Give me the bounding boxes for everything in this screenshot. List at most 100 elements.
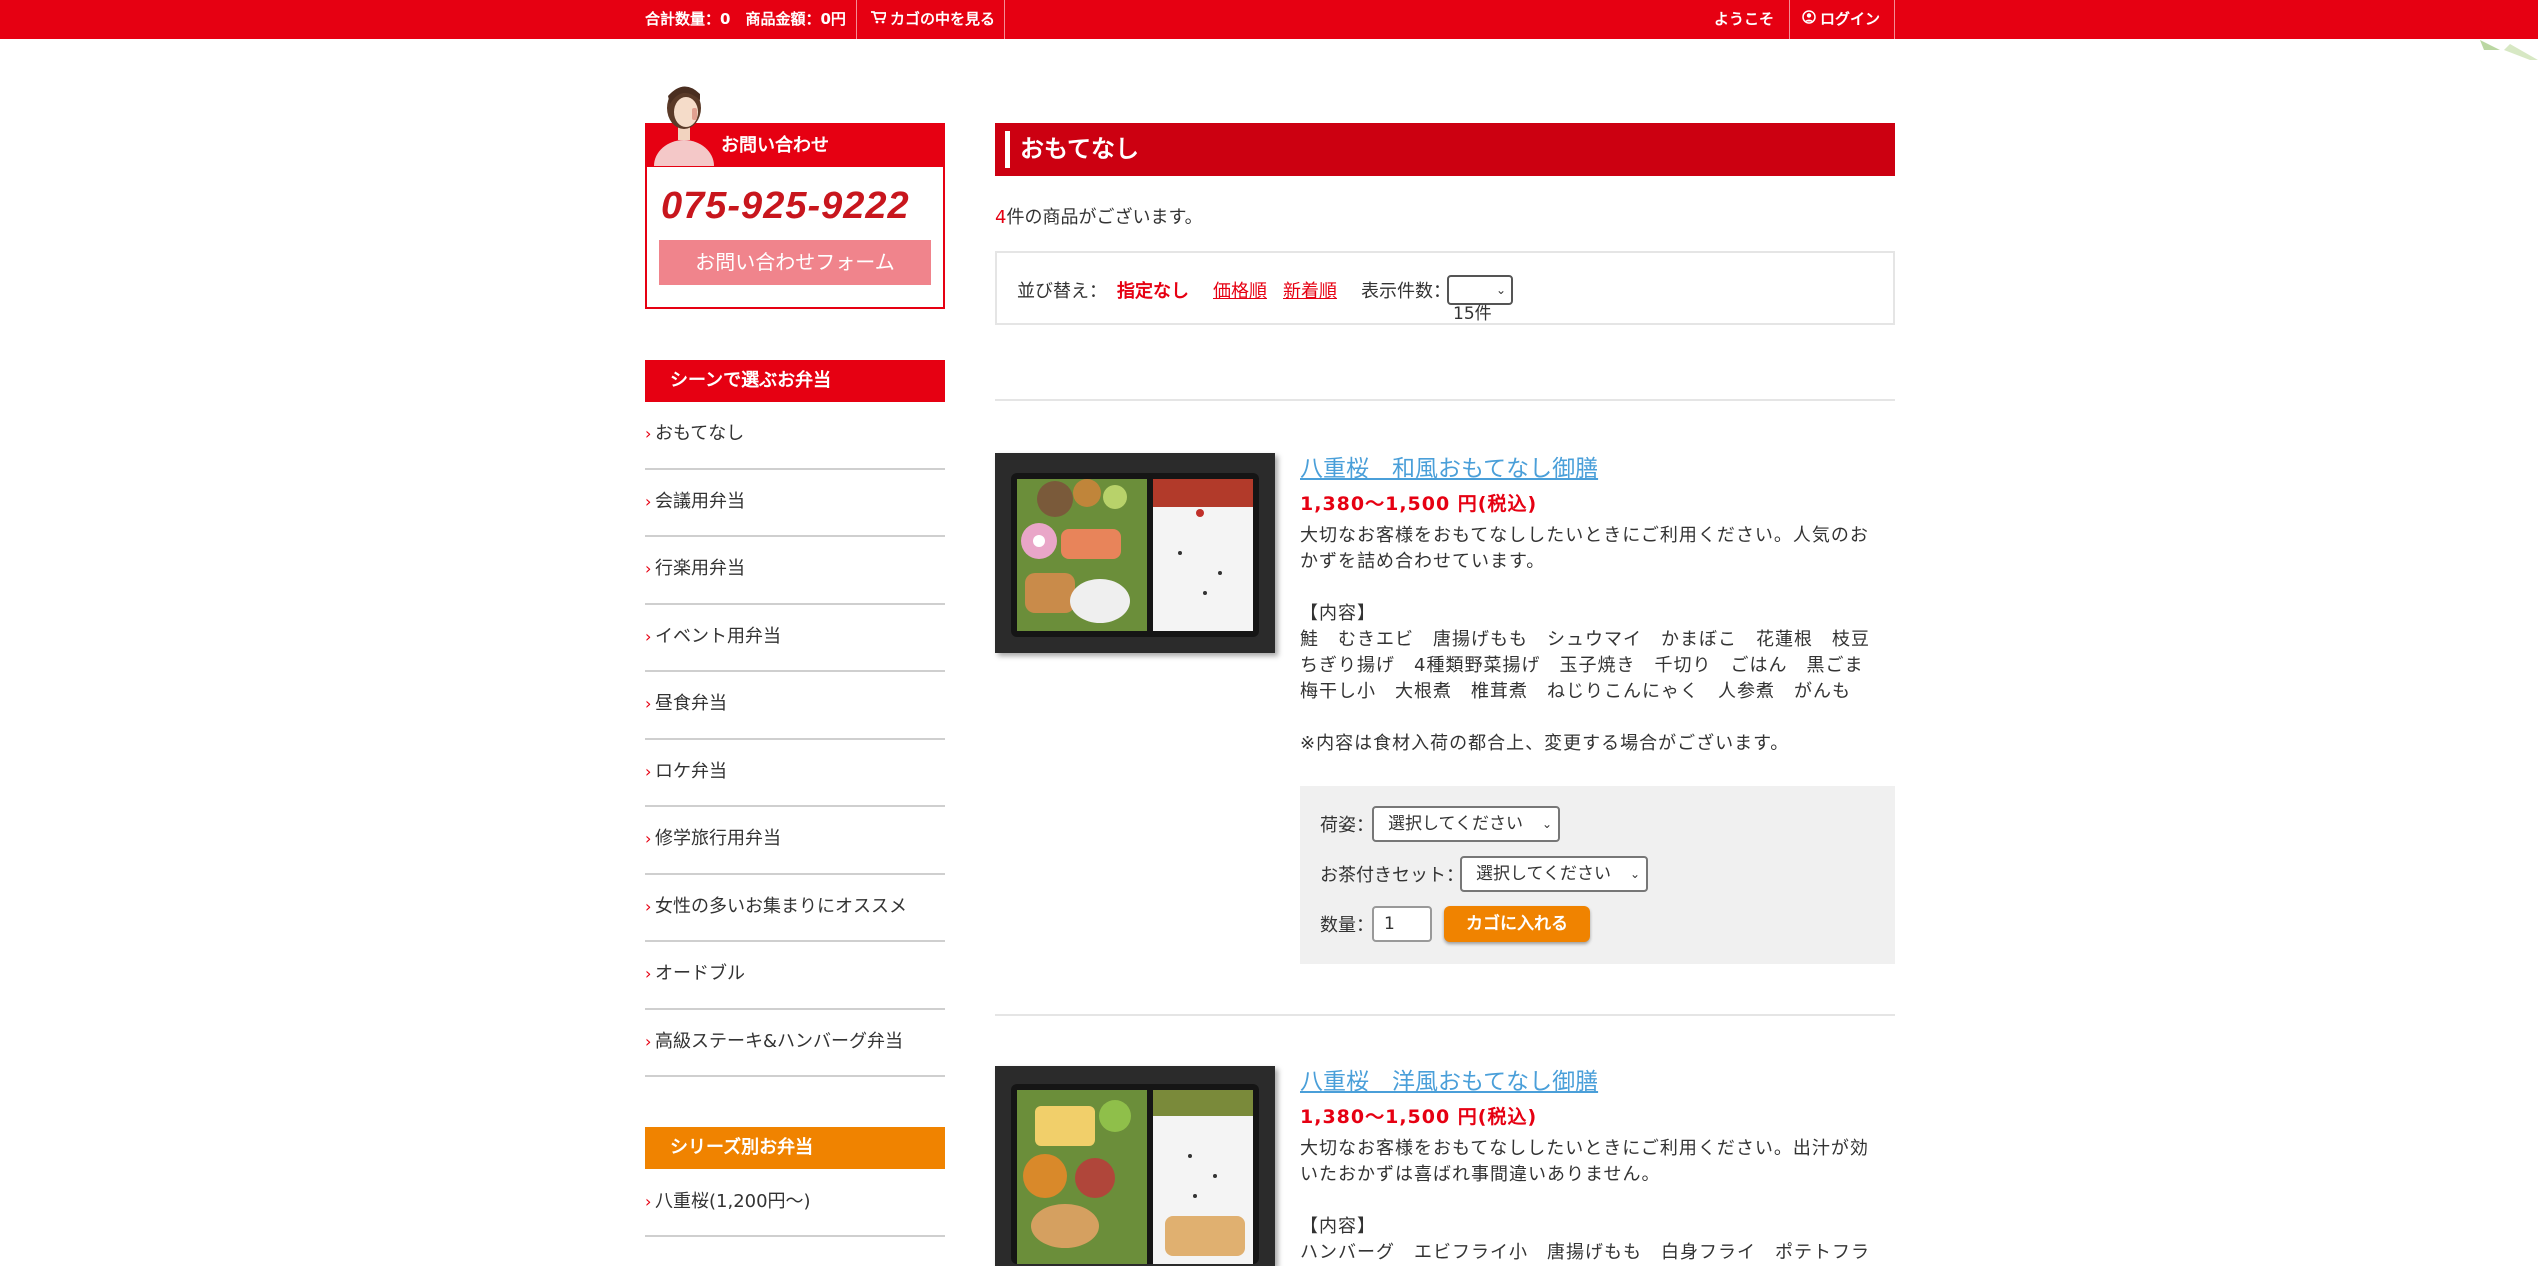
scene-item[interactable]: › オードブル xyxy=(645,942,945,1010)
quantity-input[interactable]: 1 xyxy=(1372,906,1432,942)
contents-label: 【内容】 xyxy=(1300,603,1376,624)
description-line: いたおかずは喜ばれ事間違いありません。 xyxy=(1300,1164,1661,1185)
sort-by-newest-link[interactable]: 新着順 xyxy=(1283,277,1337,303)
login-link[interactable]: ログイン xyxy=(1802,0,1880,39)
view-cart-link[interactable]: カゴの中を見る xyxy=(871,0,995,39)
description-line: 大切なお客様をおもてなししたいときにご利用ください。出汁が効 xyxy=(1300,1138,1869,1159)
user-icon xyxy=(1802,1,1816,40)
scene-item-label: 昼食弁当 xyxy=(655,693,727,714)
quantity-label: 数量： xyxy=(1320,915,1374,936)
per-page-label: 表示件数： xyxy=(1361,281,1451,302)
packaging-select-value: 選択してください xyxy=(1388,814,1523,834)
chevron-down-icon: ⌄ xyxy=(1541,817,1552,831)
result-count-number: 4 xyxy=(995,207,1007,228)
scene-item-label: 修学旅行用弁当 xyxy=(655,828,781,849)
scene-category-list: › おもてなし › 会議用弁当 › 行楽用弁当 › イベント用弁当 › 昼食弁当 › ロケ弁… xyxy=(645,402,945,1077)
view-cart-label: カゴの中を見る xyxy=(890,10,996,28)
tea-set-label: お茶付きセット： xyxy=(1320,865,1464,886)
corner-decoration xyxy=(2480,40,2538,60)
product-price: 1,380〜1,500 円(税込) xyxy=(1300,1106,1538,1128)
sort-by-price-link[interactable]: 価格順 xyxy=(1213,277,1267,303)
sort-current: 指定なし xyxy=(1117,281,1189,302)
top-bar: 合計数量：0 商品金額：0円 カゴの中を見る ようこそ ログイン xyxy=(0,0,2538,39)
scene-item-label: 女性の多いお集まりにオススメ xyxy=(655,895,907,917)
chevron-right-icon: › xyxy=(645,964,652,983)
product-title-link[interactable]: 八重桜 和風おもてなし御膳 xyxy=(1300,449,1598,483)
contents-label: 【内容】 xyxy=(1300,1216,1376,1237)
series-item-label: 八重桜(1,200円〜) xyxy=(655,1191,811,1212)
packaging-label: 荷姿： xyxy=(1320,815,1374,836)
scene-item[interactable]: › ロケ弁当 xyxy=(645,740,945,807)
chevron-right-icon: › xyxy=(645,626,652,646)
chevron-right-icon: › xyxy=(645,896,652,916)
cart-icon xyxy=(871,1,888,40)
chevron-right-icon: › xyxy=(645,829,652,848)
section-divider xyxy=(995,399,1895,401)
scene-item[interactable]: › 昼食弁当 xyxy=(645,672,945,740)
cart-summary: 合計数量：0 商品金額：0円 xyxy=(645,10,846,28)
contents-line: ちぎり揚げ 4種類野菜揚げ 玉子焼き 千切り ごはん 黒ごま xyxy=(1300,655,1864,676)
tea-set-select[interactable]: 選択してください ⌄ xyxy=(1460,856,1648,892)
login-label: ログイン xyxy=(1820,10,1881,28)
packaging-select[interactable]: 選択してください ⌄ xyxy=(1372,806,1560,842)
topbar-divider xyxy=(1894,0,1895,39)
per-page-select[interactable]: 15件 ⌄ xyxy=(1447,275,1513,324)
page-title-text: おもてなし xyxy=(1020,135,1140,163)
chevron-right-icon: › xyxy=(645,1192,652,1211)
add-to-cart-button[interactable]: カゴに入れる xyxy=(1444,906,1590,942)
contents-line: 鮭 むきエビ 唐揚げもも シュウマイ かまぼこ 花蓮根 枝豆 xyxy=(1300,629,1870,650)
scene-item[interactable]: › イベント用弁当 xyxy=(645,605,945,672)
product-note: ※内容は食材入荷の都合上、変更する場合がございます。 xyxy=(1300,733,1790,754)
per-page-value: 15件 xyxy=(1453,304,1492,324)
description-line: かずを詰め合わせています。 xyxy=(1300,551,1546,572)
contact-phone[interactable]: 075-925-9222 xyxy=(661,185,910,228)
result-count-text: 件の商品がございます。 xyxy=(1006,207,1203,228)
chevron-right-icon: › xyxy=(645,491,652,511)
scene-item-label: 行楽用弁当 xyxy=(655,558,745,579)
product-image[interactable] xyxy=(995,1066,1275,1266)
topbar-divider xyxy=(856,0,857,39)
series-item[interactable]: › 八重桜(1,200円〜) xyxy=(645,1169,945,1237)
result-count: 4件の商品がございます。 xyxy=(995,203,1203,229)
tea-set-select-value: 選択してください xyxy=(1476,864,1611,884)
product-image[interactable] xyxy=(995,453,1275,653)
scene-heading: シーンで選ぶお弁当 xyxy=(645,360,945,402)
chevron-down-icon: ⌄ xyxy=(1495,283,1506,297)
contents-line: 梅干し小 大根煮 椎茸煮 ねじりこんにゃく 人参煮 がんも xyxy=(1300,681,1851,702)
scene-item[interactable]: › 修学旅行用弁当 xyxy=(645,807,945,875)
contact-form-button[interactable]: お問い合わせフォーム xyxy=(659,240,931,285)
chevron-right-icon: › xyxy=(645,1031,652,1051)
scene-item-label: おもてなし xyxy=(655,423,745,444)
description-line: 大切なお客様をおもてなししたいときにご利用ください。人気のお xyxy=(1300,525,1869,546)
sort-bar: 並び替え： 指定なし 価格順 新着順 表示件数： 15件 ⌄ xyxy=(995,251,1895,325)
title-accent-bar xyxy=(1005,131,1010,168)
sort-label: 並び替え： xyxy=(1017,281,1107,302)
scene-item[interactable]: › おもてなし xyxy=(645,402,945,470)
chevron-right-icon: › xyxy=(645,559,652,578)
scene-item-label: ロケ弁当 xyxy=(655,760,727,782)
page-title: おもてなし xyxy=(995,123,1895,176)
operator-avatar xyxy=(654,86,714,166)
chevron-right-icon: › xyxy=(645,694,652,713)
product-description: 大切なお客様をおもてなししたいときにご利用ください。出汁が効 いたおかずは喜ばれ… xyxy=(1300,1136,1900,1266)
scene-item-label: イベント用弁当 xyxy=(655,625,781,647)
scene-item[interactable]: › 行楽用弁当 xyxy=(645,537,945,605)
topbar-divider xyxy=(1789,0,1790,39)
topbar-divider xyxy=(1004,0,1005,39)
product-price: 1,380〜1,500 円(税込) xyxy=(1300,493,1538,515)
scene-item-label: 会議用弁当 xyxy=(655,490,745,512)
contents-line: ハンバーグ エビフライ小 唐揚げもも 白身フライ ポテトフラ xyxy=(1300,1242,1870,1263)
product-description: 大切なお客様をおもてなししたいときにご利用ください。人気のお かずを詰め合わせて… xyxy=(1300,523,1900,757)
section-divider xyxy=(995,1014,1895,1016)
scene-item-label: 高級ステーキ&ハンバーグ弁当 xyxy=(655,1030,904,1052)
scene-item[interactable]: › 高級ステーキ&ハンバーグ弁当 xyxy=(645,1010,945,1077)
scene-item[interactable]: › 会議用弁当 xyxy=(645,470,945,537)
add-to-cart-box: 荷姿： 選択してください ⌄ お茶付きセット： 選択してください ⌄ 数量： 1… xyxy=(1300,786,1895,964)
scene-item[interactable]: › 女性の多いお集まりにオススメ xyxy=(645,875,945,942)
chevron-down-icon: ⌄ xyxy=(1629,867,1640,881)
series-list: › 八重桜(1,200円〜) xyxy=(645,1169,945,1237)
product-title-link[interactable]: 八重桜 洋風おもてなし御膳 xyxy=(1300,1062,1598,1096)
